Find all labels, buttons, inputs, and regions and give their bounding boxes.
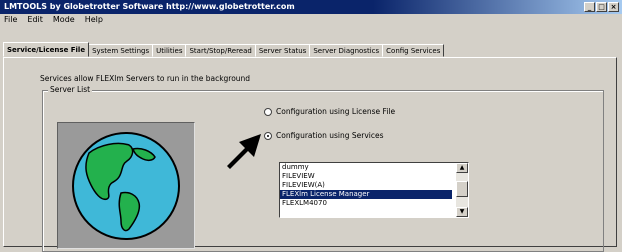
minimize-button[interactable]: _ [584,2,595,12]
pointer-arrow-icon [227,134,261,169]
scroll-up-icon[interactable]: ▲ [456,163,468,173]
radio-services-label: Configuration using Services [276,131,384,140]
radio-license-file[interactable] [264,107,272,116]
list-item[interactable]: dummy [280,163,452,172]
tab-system-settings[interactable]: System Settings [88,44,154,57]
list-item[interactable]: FILEVIEW [280,172,452,181]
list-item[interactable]: FLEXLM4070 [280,199,452,208]
tab-service-license-file[interactable]: Service/License File [3,42,90,57]
window-title: LMTOOLS by Globetrotter Software http://… [4,2,295,11]
server-list-label: Server List [48,85,93,94]
tab-config-services[interactable]: Config Services [382,44,445,57]
scroll-thumb[interactable] [456,181,468,197]
tab-start-stop-reread[interactable]: Start/Stop/Reread [185,44,256,57]
globe-image-frame [57,122,195,249]
tab-utilities[interactable]: Utilities [152,44,187,57]
radio-services[interactable] [264,131,272,140]
window-titlebar[interactable]: LMTOOLS by Globetrotter Software http://… [0,0,622,14]
tab-server-status[interactable]: Server Status [254,44,311,57]
list-scrollbar[interactable]: ▲ ▼ [456,163,468,217]
tab-strip: Service/License File System Settings Uti… [3,42,445,57]
tab-server-diagnostics[interactable]: Server Diagnostics [309,44,384,57]
window-controls: _ □ × [584,2,619,12]
scroll-down-icon[interactable]: ▼ [456,207,468,217]
radio-services-row[interactable]: Configuration using Services [264,131,384,140]
maximize-button[interactable]: □ [596,2,607,12]
menu-mode[interactable]: Mode [53,14,75,26]
menu-bar: File Edit Mode Help [0,14,622,26]
services-caption: Services allow FLEXlm Servers to run in … [40,74,251,83]
services-listbox[interactable]: dummy FILEVIEW FILEVIEW(A) FLEXlm Licens… [279,162,469,218]
globe-icon [72,132,180,240]
radio-license-file-label: Configuration using License File [276,107,396,116]
menu-edit[interactable]: Edit [27,14,43,26]
menu-file[interactable]: File [4,14,17,26]
close-button[interactable]: × [608,2,619,12]
menu-help[interactable]: Help [85,14,103,26]
list-item[interactable]: FILEVIEW(A) [280,181,452,190]
list-item[interactable]: FLEXlm License Manager [280,190,452,199]
radio-license-file-row[interactable]: Configuration using License File [264,107,395,116]
